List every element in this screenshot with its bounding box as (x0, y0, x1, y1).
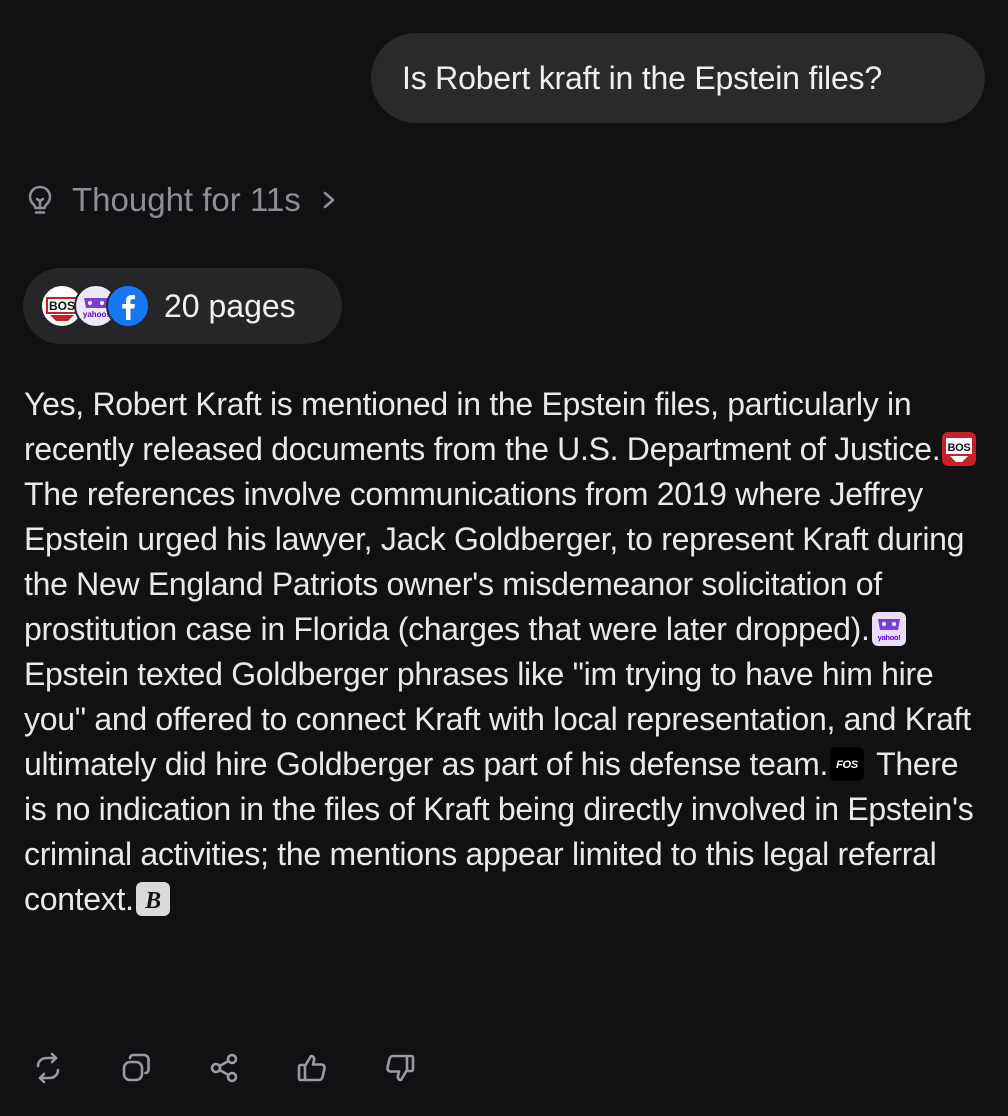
bos-citation-text: BOS (948, 442, 971, 454)
sources-count-label: 20 pages (164, 287, 296, 324)
yahoo-citation-text: yahoo! (877, 633, 900, 642)
thought-label: Thought for 11s (72, 181, 301, 218)
copy-button[interactable] (116, 1048, 156, 1088)
chevron-right-icon (323, 191, 335, 209)
regenerate-button[interactable] (28, 1048, 68, 1088)
share-button[interactable] (204, 1048, 244, 1088)
fos-citation-icon[interactable]: FOS (830, 747, 865, 781)
dislike-button[interactable] (380, 1048, 420, 1088)
sources-button[interactable]: BOS yahoo! 20 pages (23, 268, 342, 344)
copy-icon (122, 1053, 150, 1082)
answer-segment: Yes, Robert Kraft is mentioned in the Ep… (24, 386, 941, 467)
yahoo-citation-icon[interactable]: yahoo! (871, 612, 906, 646)
user-message-bubble: Is Robert kraft in the Epstein files? (371, 33, 985, 123)
fos-citation-text: FOS (836, 759, 859, 771)
lightbulb-icon (28, 185, 52, 214)
bos-citation-icon[interactable]: BOS (942, 432, 977, 466)
message-actions (28, 1048, 468, 1088)
user-message-text: Is Robert kraft in the Epstein files? (402, 59, 882, 96)
thought-toggle[interactable]: Thought for 11s (26, 178, 337, 222)
source-favicons: BOS yahoo! (40, 284, 152, 328)
answer-segment: The references involve communications fr… (24, 476, 965, 647)
chat-page: Is Robert kraft in the Epstein files? Th… (0, 0, 1008, 1116)
facebook-favicon (106, 284, 150, 328)
assistant-answer: Yes, Robert Kraft is mentioned in the Ep… (24, 382, 986, 922)
answer-segment: Epstein texted Goldberger phrases like "… (24, 656, 971, 782)
boston-herald-citation-text: B (144, 888, 161, 914)
like-button[interactable] (292, 1048, 332, 1088)
svg-text:yahoo!: yahoo! (83, 310, 109, 319)
svg-text:BOS: BOS (49, 299, 75, 313)
thumbs-down-icon (386, 1054, 415, 1082)
thumbs-up-icon (297, 1054, 326, 1082)
share-icon (210, 1053, 238, 1083)
refresh-icon (36, 1052, 60, 1084)
boston-herald-citation-icon[interactable]: B (135, 882, 170, 916)
